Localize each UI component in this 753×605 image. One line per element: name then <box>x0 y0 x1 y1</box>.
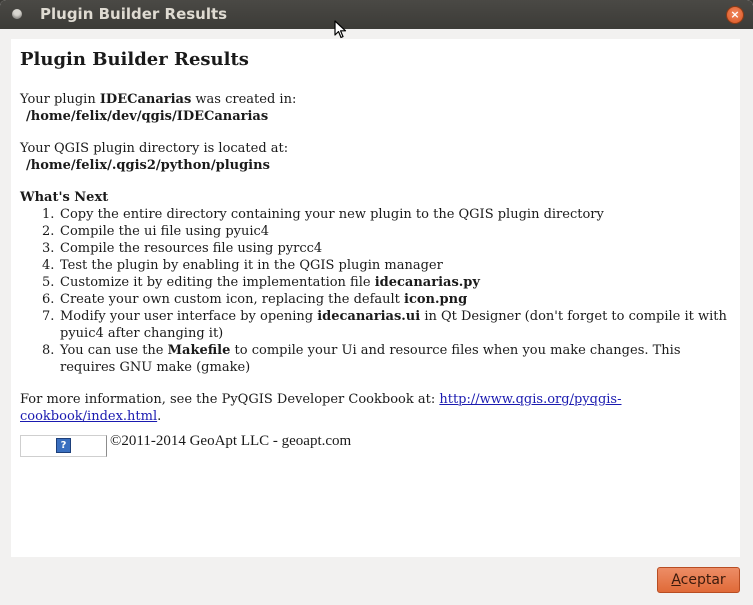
window-title: Plugin Builder Results <box>40 5 228 23</box>
list-item: 6. Create your own custom icon, replacing… <box>42 292 468 307</box>
footer: ? ©2011-2014 GeoApt LLC - geoapt.com <box>20 433 731 457</box>
mouse-cursor-icon <box>334 20 347 39</box>
next-steps-list: 1. Copy the entire directory containing y… <box>20 206 731 376</box>
plugin-dir-path: /home/felix/.qgis2/python/plugins <box>26 158 270 173</box>
plugin-created-text: Your plugin IDECanarias was created in: <box>20 92 297 107</box>
copyright-text: ©2011-2014 GeoApt LLC - geoapt.com <box>110 433 352 449</box>
plugin-path: /home/felix/dev/qgis/IDECanarias <box>26 109 269 124</box>
more-info-text: For more information, see the PyQGIS Dev… <box>20 392 622 424</box>
list-item: 8. You can use the Makefile to compile yo… <box>42 343 681 375</box>
logo-image-placeholder: ? <box>20 435 107 457</box>
accept-button[interactable]: Aceptar <box>657 567 740 593</box>
close-button[interactable]: × <box>726 6 744 24</box>
results-panel: Plugin Builder Results Your plugin IDECa… <box>11 39 740 557</box>
list-item: 4. Test the plugin by enabling it in the … <box>42 258 443 273</box>
page-title: Plugin Builder Results <box>20 49 249 70</box>
dialog-window: Plugin Builder Results × Plugin Builder … <box>0 0 753 605</box>
window-menu-icon[interactable] <box>12 9 22 19</box>
list-item: 2. Compile the ui file using pyuic4 <box>42 224 270 239</box>
list-item: 1. Copy the entire directory containing y… <box>42 207 604 222</box>
list-item: 5. Customize it by editing the implementa… <box>42 275 480 290</box>
list-item: 7. Modify your user interface by opening … <box>42 309 727 341</box>
broken-image-icon: ? <box>56 438 71 453</box>
plugin-dir-text: Your QGIS plugin directory is located at… <box>20 141 289 156</box>
plugin-name: IDECanarias <box>99 92 192 107</box>
title-bar[interactable]: Plugin Builder Results × <box>0 0 753 29</box>
list-item: 3. Compile the resources file using pyrcc… <box>42 241 323 256</box>
whats-next-heading: What's Next <box>20 190 109 205</box>
